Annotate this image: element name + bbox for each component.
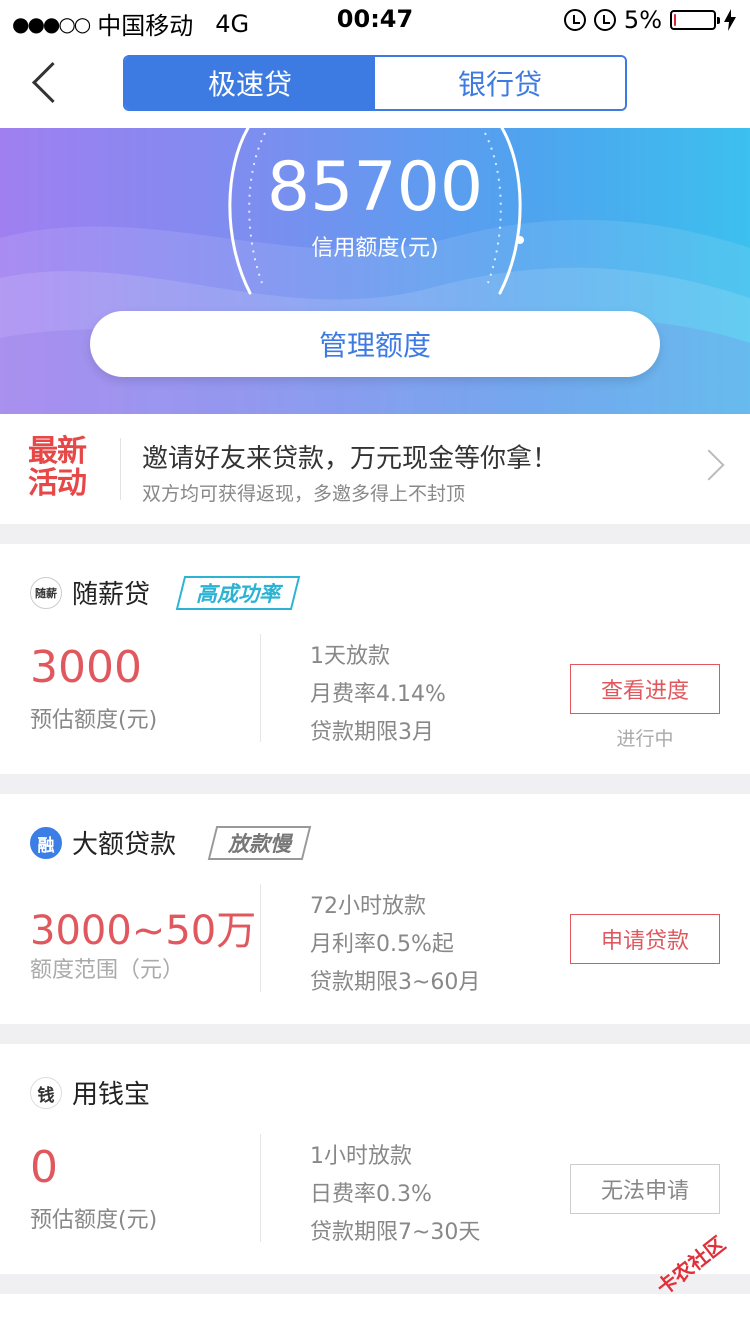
loan-detail-speed: 1小时放款 [310,1144,412,1169]
loan-detail-rate: 日费率0.3% [310,1182,432,1207]
status-bar: ●●●○○ 中国移动 4G 00:47 5% [0,0,750,40]
loan-tag-label: 放款慢 [228,832,291,856]
loan-name: 随薪贷 [72,580,151,610]
tab-bank-loan[interactable]: 银行贷 [375,57,625,109]
loan-status: 进行中 [616,728,674,750]
loan-logo-icon: 随薪 [30,577,62,609]
loan-card: 钱 用钱宝 0 预估额度(元) 1小时放款 日费率0.3% 贷款期限7~30天 … [0,1044,750,1274]
manage-limit-button[interactable]: 管理额度 [90,311,660,377]
loan-tag: 放款慢 [207,826,312,860]
nav-bar: 极速贷 银行贷 [0,40,750,128]
loan-amount: 0 [30,1142,58,1193]
charging-bolt-icon [724,9,736,31]
loan-detail-term: 贷款期限7~30天 [310,1220,481,1245]
alarm-icon [593,9,616,31]
loan-detail-term: 贷款期限3~60月 [310,970,481,995]
loan-amount: 3000 [30,642,142,693]
loan-tag-label: 高成功率 [196,582,280,606]
promo-badge: 最新 活动 [28,436,102,500]
cannot-apply-button[interactable]: 无法申请 [570,1164,720,1214]
loan-detail-speed: 72小时放款 [310,894,426,919]
credit-amount: 85700 [266,148,484,227]
loan-amount-caption: 预估额度(元) [30,1208,158,1233]
battery-percent: 5% [623,6,662,34]
promo-subtitle: 双方均可获得返现，多邀多得上不封顶 [142,483,466,505]
loan-detail-rate: 月费率4.14% [310,682,446,707]
next-card-peek [0,1294,750,1334]
back-button[interactable] [28,62,68,106]
loan-card: 随薪 随薪贷 高成功率 3000 预估额度(元) 1天放款 月费率4.14% 贷… [0,544,750,774]
loan-tag: 高成功率 [175,576,301,610]
loan-detail-rate: 月利率0.5%起 [310,932,454,957]
apply-loan-button[interactable]: 申请贷款 [570,914,720,964]
loan-amount: 3000~50万 [30,908,257,954]
loan-detail-term: 贷款期限3月 [310,720,434,745]
tab-express-loan[interactable]: 极速贷 [125,57,375,109]
card-divider [260,884,261,992]
loan-amount-caption: 预估额度(元) [30,708,158,733]
loan-logo-icon: 融 [30,827,62,859]
promo-badge-line1: 最新 [28,434,87,469]
loan-type-tabs: 极速贷 银行贷 [123,55,627,111]
card-divider [260,1134,261,1242]
loan-detail-speed: 1天放款 [310,644,390,669]
loan-logo-icon: 钱 [30,1077,62,1109]
loan-name: 用钱宝 [72,1080,151,1110]
chevron-right-icon [693,449,725,481]
credit-hero: 85700 信用额度(元) 管理额度 [0,128,750,414]
rotation-lock-icon [563,9,586,31]
status-right: 5% [563,6,736,34]
promo-badge-line2: 活动 [28,466,87,501]
promo-banner[interactable]: 最新 活动 邀请好友来贷款，万元现金等你拿！ 双方均可获得返现，多邀多得上不封顶 [0,414,750,524]
view-progress-button[interactable]: 查看进度 [570,664,720,714]
battery-icon [670,10,720,30]
credit-amount-label: 信用额度(元) [311,236,439,261]
promo-divider [120,438,121,500]
loan-card: 融 大额贷款 放款慢 3000~50万 额度范围（元） 72小时放款 月利率0.… [0,794,750,1024]
loan-name: 大额贷款 [72,830,177,860]
loan-amount-caption: 额度范围（元） [30,958,185,983]
card-divider [260,634,261,742]
battery-level-fill [674,14,676,26]
promo-title: 邀请好友来贷款，万元现金等你拿！ [142,444,559,474]
